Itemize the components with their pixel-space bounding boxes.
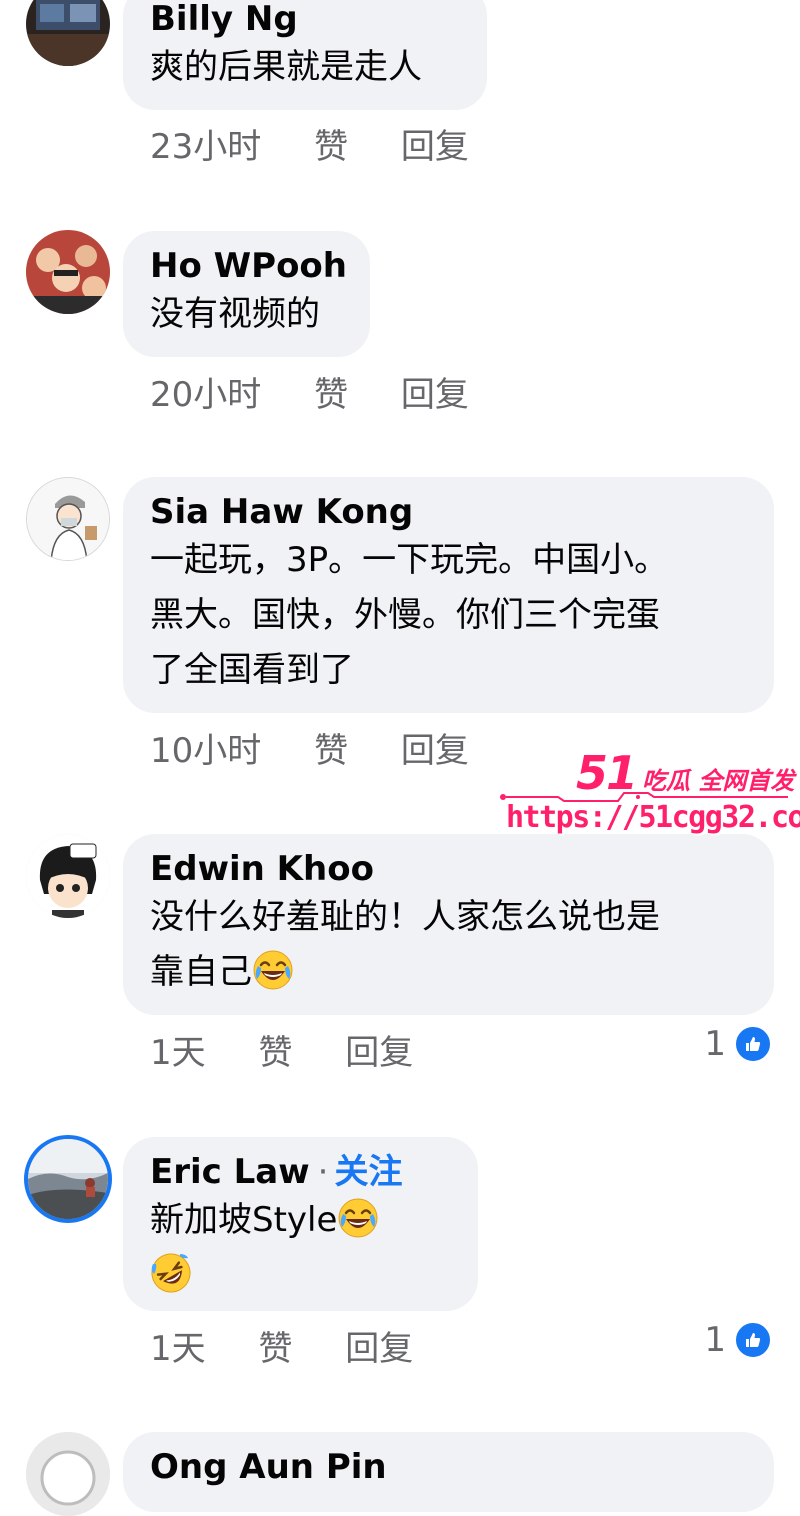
- reaction-summary[interactable]: 1: [704, 1024, 772, 1064]
- watermark-url: https://51cgg32.com: [506, 800, 800, 835]
- comment-text-part: 新加坡Style: [150, 1200, 338, 1240]
- reply-button[interactable]: 回复: [401, 731, 469, 771]
- avatar[interactable]: [26, 834, 110, 918]
- author-name[interactable]: Eric Law: [150, 1152, 310, 1192]
- avatar-image: [28, 1139, 108, 1219]
- comment-text: 爽的后果就是走人: [150, 47, 422, 87]
- separator-dot: ·: [317, 1152, 329, 1192]
- avatar[interactable]: [24, 1135, 112, 1223]
- comment-text-line: 靠自己: [150, 945, 748, 1000]
- comment-bubble: Sia Haw Kong 一起玩，3P。一下玩完。中国小。 黑大。国快，外慢。你…: [123, 477, 774, 713]
- avatar[interactable]: [26, 1432, 110, 1516]
- comment-text: 没有视频的: [150, 294, 320, 334]
- comment-actions: 1天 赞 回复: [150, 1033, 455, 1073]
- like-button[interactable]: 赞: [314, 127, 348, 167]
- author-name-row: Eric Law · 关注: [150, 1151, 452, 1193]
- watermark-slogan: 吃瓜 全网首发: [642, 767, 795, 795]
- avatar[interactable]: [26, 477, 110, 561]
- reply-button[interactable]: 回复: [345, 1329, 413, 1369]
- follow-button[interactable]: 关注: [334, 1152, 402, 1192]
- timestamp[interactable]: 23小时: [150, 127, 261, 167]
- comment-bubble: Ho WPooh 没有视频的: [123, 231, 370, 357]
- author-name[interactable]: Ong Aun Pin: [150, 1446, 748, 1488]
- comment-text-line: 黑大。国快，外慢。你们三个完蛋: [150, 595, 660, 635]
- reaction-count: 1: [704, 1024, 726, 1064]
- watermark: 51 吃瓜 全网首发 https://51cgg32.com: [498, 740, 800, 840]
- comment-actions: 10小时 赞 回复: [150, 731, 511, 771]
- avatar[interactable]: [26, 230, 110, 314]
- comment-text-line: [150, 1248, 452, 1303]
- comment-text-line: 了全国看到了: [150, 650, 354, 690]
- like-button[interactable]: 赞: [258, 1329, 292, 1369]
- timestamp[interactable]: 1天: [150, 1329, 206, 1369]
- avatar-image: [27, 478, 109, 560]
- author-name[interactable]: Edwin Khoo: [150, 848, 748, 890]
- rolling-on-the-floor-laughing-icon: [150, 1252, 192, 1294]
- avatar-image: [26, 1432, 110, 1516]
- avatar-image: [26, 834, 110, 918]
- thumbs-up-icon: [734, 1025, 772, 1063]
- comment-bubble: Ong Aun Pin: [123, 1432, 774, 1512]
- comment-actions: 23小时 赞 回复: [150, 127, 511, 167]
- comment-text-line: 一起玩，3P。一下玩完。中国小。: [150, 540, 669, 580]
- thumbs-up-icon: [734, 1321, 772, 1359]
- reaction-count: 1: [704, 1320, 726, 1360]
- timestamp[interactable]: 1天: [150, 1033, 206, 1073]
- timestamp[interactable]: 20小时: [150, 375, 261, 415]
- comment-bubble: Edwin Khoo 没什么好羞耻的！人家怎么说也是 靠自己: [123, 834, 774, 1015]
- comment-actions: 20小时 赞 回复: [150, 375, 511, 415]
- reaction-summary[interactable]: 1: [704, 1320, 772, 1360]
- comment-text-line: 新加坡Style: [150, 1193, 452, 1248]
- like-button[interactable]: 赞: [314, 375, 348, 415]
- avatar-image: [26, 0, 110, 66]
- comment-bubble: Eric Law · 关注 新加坡Style: [123, 1137, 478, 1311]
- author-name[interactable]: Ho WPooh: [150, 245, 347, 287]
- reply-button[interactable]: 回复: [401, 375, 469, 415]
- comment-actions: 1天 赞 回复: [150, 1329, 455, 1369]
- timestamp[interactable]: 10小时: [150, 731, 261, 771]
- reply-button[interactable]: 回复: [345, 1033, 413, 1073]
- avatar-image: [26, 230, 110, 314]
- like-button[interactable]: 赞: [314, 731, 348, 771]
- like-button[interactable]: 赞: [258, 1033, 292, 1073]
- face-with-tears-of-joy-icon: [337, 1197, 379, 1239]
- comment-text-line: 没什么好羞耻的！人家怎么说也是: [150, 897, 660, 937]
- author-name[interactable]: Sia Haw Kong: [150, 491, 748, 533]
- face-with-tears-of-joy-icon: [252, 949, 294, 991]
- author-name[interactable]: Billy Ng: [150, 0, 461, 40]
- reply-button[interactable]: 回复: [401, 127, 469, 167]
- avatar[interactable]: [26, 0, 110, 66]
- comment-bubble: Billy Ng 爽的后果就是走人: [123, 0, 487, 110]
- comment-text-part: 靠自己: [150, 952, 252, 992]
